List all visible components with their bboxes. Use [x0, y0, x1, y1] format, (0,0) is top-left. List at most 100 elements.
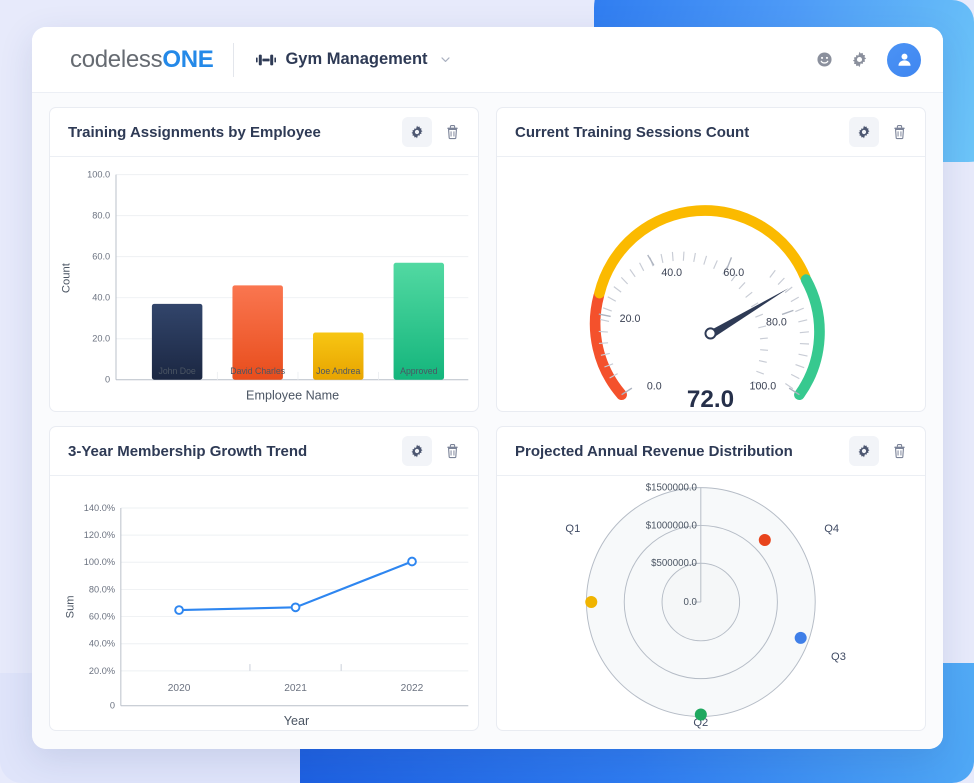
card-membership-growth: 3-Year Membership Growth Trend 140.0% 12…: [49, 426, 479, 731]
svg-text:Sum: Sum: [64, 595, 76, 618]
svg-text:80.0: 80.0: [92, 211, 110, 221]
card-header: 3-Year Membership Growth Trend: [50, 427, 478, 476]
trash-icon: [893, 125, 905, 140]
gear-icon: [411, 444, 423, 458]
svg-text:80.0%: 80.0%: [89, 584, 115, 594]
card-header: Training Assignments by Employee: [50, 108, 478, 157]
svg-text:60.0: 60.0: [92, 252, 110, 262]
brand-logo[interactable]: codelessONE: [70, 45, 214, 74]
gear-icon: [858, 444, 870, 458]
card-training-sessions-gauge: Current Training Sessions Count 0.0 20.0…: [496, 107, 926, 412]
top-bar-icons: [813, 42, 921, 77]
header-divider: [233, 42, 235, 77]
gauge-tick-0: 0.0: [647, 381, 662, 393]
brand-logo-part2: ONE: [162, 45, 214, 73]
card-settings-button[interactable]: [849, 436, 879, 466]
gear-icon[interactable]: [848, 49, 870, 71]
person-icon: [897, 53, 911, 66]
card-header: Current Training Sessions Count: [497, 108, 925, 157]
dashboard-grid: Training Assignments by Employee 100.0 8…: [32, 93, 943, 749]
polar-label-q4: Q4: [824, 523, 839, 535]
app-selector[interactable]: Gym Management: [256, 50, 450, 69]
gear-icon: [858, 125, 870, 139]
polar-point-q2[interactable]: [694, 708, 707, 721]
svg-text:40.0: 40.0: [92, 293, 110, 303]
card-title: Training Assignments by Employee: [68, 123, 321, 141]
polar-tick-0: 0.0: [683, 597, 697, 608]
polar-tick-1000000: $1000000.0: [646, 520, 698, 531]
card-actions: [402, 436, 466, 466]
card-delete-button[interactable]: [438, 436, 466, 466]
polar-tick-1500000: $1500000.0: [646, 483, 698, 494]
bar-approved[interactable]: [393, 262, 445, 380]
gauge-tick-100: 100.0: [750, 381, 777, 393]
app-window: codelessONE Gym Management Training Assi…: [32, 27, 943, 749]
top-bar: codelessONE Gym Management: [32, 27, 943, 93]
line-chart: 140.0% 120.0% 100.0% 80.0% 60.0% 40.0% 2…: [50, 476, 478, 730]
trash-icon: [446, 125, 458, 140]
card-title: 3-Year Membership Growth Trend: [68, 442, 308, 460]
gauge-tick-80: 80.0: [766, 317, 787, 329]
polar-tick-500000: $500000.0: [651, 558, 697, 569]
polar-point-q1[interactable]: [585, 596, 598, 609]
svg-text:100.0: 100.0: [87, 169, 110, 179]
svg-text:120.0%: 120.0%: [84, 530, 115, 540]
gauge-arcs: [589, 205, 825, 401]
gauge-value: 72.0: [687, 386, 734, 411]
card-title: Current Training Sessions Count: [515, 123, 750, 141]
gauge-tick-20: 20.0: [620, 313, 641, 325]
card-settings-button[interactable]: [402, 117, 432, 147]
svg-text:2022: 2022: [401, 683, 424, 694]
svg-text:Count: Count: [60, 262, 72, 293]
svg-text:Employee Name: Employee Name: [246, 388, 339, 402]
card-actions: [849, 436, 913, 466]
svg-text:John Doe: John Doe: [158, 366, 195, 376]
svg-text:0: 0: [105, 375, 110, 385]
gauge-tick-40: 40.0: [661, 267, 682, 279]
svg-text:60.0%: 60.0%: [89, 611, 115, 621]
svg-text:20.0%: 20.0%: [89, 666, 115, 676]
svg-text:Joe Andrea: Joe Andrea: [316, 366, 360, 376]
polar-label-q1: Q1: [565, 523, 580, 535]
dumbbell-icon: [256, 54, 277, 65]
polar-scatter-chart: 0.0 $500000.0 $1000000.0 $1500000.0 Q1 Q…: [497, 476, 925, 730]
brand-logo-part1: codeless: [70, 45, 163, 73]
svg-text:2021: 2021: [284, 683, 307, 694]
card-settings-button[interactable]: [402, 436, 432, 466]
gauge-chart: 0.0 20.0 40.0 60.0 80.0 100.0 72.0: [497, 157, 925, 411]
gear-icon: [411, 125, 423, 139]
card-settings-button[interactable]: [849, 117, 879, 147]
svg-text:20.0: 20.0: [92, 334, 110, 344]
svg-text:2020: 2020: [168, 683, 191, 694]
polar-point-q4[interactable]: [758, 533, 771, 546]
polar-label-q3: Q3: [831, 651, 846, 663]
data-point-2021[interactable]: [290, 602, 301, 613]
svg-text:David Charles: David Charles: [230, 366, 285, 376]
card-header: Projected Annual Revenue Distribution: [497, 427, 925, 476]
trash-icon: [446, 444, 458, 459]
svg-text:100.0%: 100.0%: [84, 557, 115, 567]
card-delete-button[interactable]: [885, 117, 913, 147]
svg-text:0: 0: [110, 701, 115, 711]
bar-chart: 100.0 80.0 60.0 40.0 20.0 0 Count John D…: [50, 157, 478, 411]
svg-text:140.0%: 140.0%: [84, 503, 115, 513]
svg-text:40.0%: 40.0%: [89, 639, 115, 649]
card-training-assignments: Training Assignments by Employee 100.0 8…: [49, 107, 479, 412]
data-point-2022[interactable]: [407, 556, 417, 567]
chevron-down-icon: [440, 57, 450, 63]
polar-point-q3[interactable]: [794, 631, 807, 644]
card-delete-button[interactable]: [438, 117, 466, 147]
card-delete-button[interactable]: [885, 436, 913, 466]
gauge-tick-60: 60.0: [723, 267, 744, 279]
card-actions: [402, 117, 466, 147]
card-title: Projected Annual Revenue Distribution: [515, 442, 793, 460]
card-revenue-distribution: Projected Annual Revenue Distribution 0.…: [496, 426, 926, 731]
svg-text:Year: Year: [284, 714, 309, 728]
trash-icon: [893, 444, 905, 459]
user-avatar[interactable]: [887, 42, 921, 77]
data-point-2020[interactable]: [174, 605, 184, 615]
card-actions: [849, 117, 913, 147]
emoji-smile-icon[interactable]: [813, 49, 835, 71]
svg-text:Approved: Approved: [400, 366, 437, 376]
app-title: Gym Management: [285, 50, 428, 68]
